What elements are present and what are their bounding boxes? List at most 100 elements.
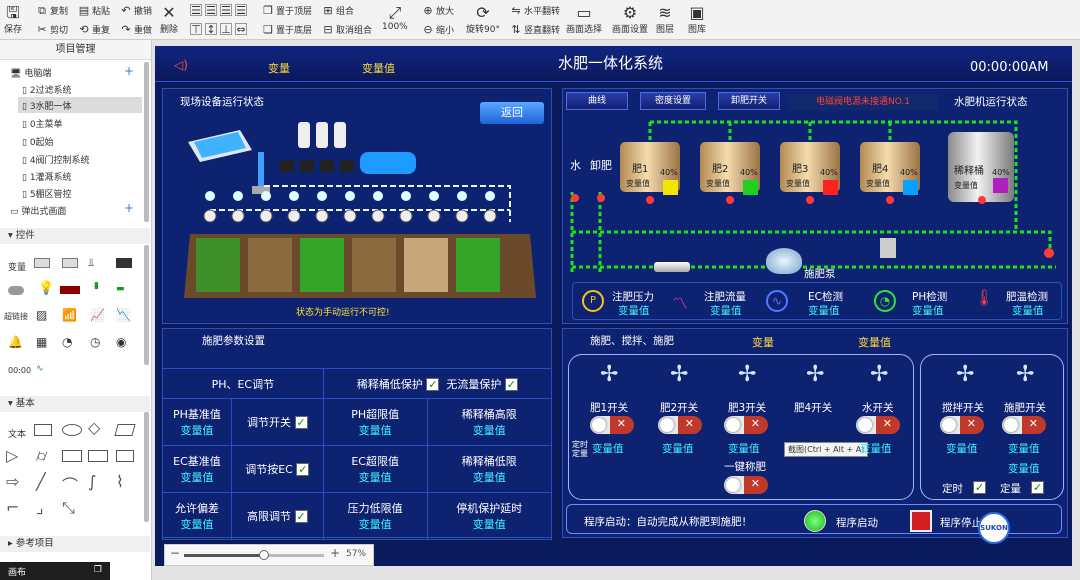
layers-button[interactable]: ≋ 图层 — [656, 4, 674, 36]
tree-root[interactable]: 🖥 电脑端 — [10, 66, 51, 79]
ec-base-value[interactable]: 变量值 — [163, 469, 231, 485]
screen-select-button[interactable]: ▭ 画面选择 — [566, 4, 602, 36]
dilute-lowlimit-value[interactable]: 变量值 — [428, 469, 551, 485]
unload-valve[interactable] — [597, 194, 605, 202]
bar-chart-icon[interactable]: 📶 — [62, 308, 77, 322]
allow-dev-value[interactable]: 变量值 — [163, 516, 231, 532]
redo-button[interactable]: ↷ 重做 — [120, 23, 152, 36]
stir-toggle[interactable]: ✕ — [940, 416, 984, 434]
fert3-toggle[interactable]: ✕ — [724, 416, 768, 434]
tree-item[interactable]: ▯ 2过滤系统 — [22, 83, 72, 96]
tree-item-selected[interactable]: ▯ 3水肥一体 — [18, 97, 142, 113]
zoom-plus-icon[interactable]: + — [330, 546, 340, 560]
fert2-toggle[interactable]: ✕ — [658, 416, 702, 434]
parallelogram-tool[interactable] — [114, 424, 136, 436]
program-start-button[interactable] — [804, 510, 826, 532]
outlet-valve[interactable] — [1044, 248, 1054, 258]
bring-top-button[interactable]: ❐ 置于顶层 — [262, 4, 312, 17]
align-bottom-icon[interactable]: ⊥ — [220, 23, 232, 36]
triangle-tool[interactable]: ▷ — [6, 446, 18, 465]
zoom-select[interactable]: ⤢ 100% — [382, 4, 408, 33]
align-top-icon[interactable]: ⊤ — [190, 23, 202, 36]
tank-4-valve[interactable] — [886, 196, 894, 204]
add-popup-icon[interactable]: + — [124, 201, 134, 215]
text-display-control[interactable] — [116, 258, 132, 268]
trend-icon[interactable]: ∿ — [36, 364, 44, 374]
vflip-button[interactable]: ⇅ 竖直翻转 — [510, 23, 560, 36]
slider-control-icon[interactable]: ⫫ — [88, 256, 94, 270]
zoom-out-button[interactable]: ⊖ 缩小 — [422, 23, 454, 36]
hflip-button[interactable]: ⇋ 水平翻转 — [510, 4, 560, 17]
gallery-button[interactable]: ▣ 图库 — [688, 4, 706, 36]
polyline-tool[interactable]: ⌒ — [62, 472, 78, 496]
tree-scrollbar[interactable] — [144, 62, 149, 222]
diamond-tool[interactable]: ◇ — [88, 418, 100, 437]
tank-2-valve[interactable] — [726, 196, 734, 204]
one-key-toggle[interactable]: ✕ — [724, 476, 768, 494]
indicator-control[interactable] — [60, 286, 80, 294]
tab-density[interactable]: 密度设置 — [640, 92, 706, 110]
bulb-icon[interactable]: 💡 — [38, 281, 54, 296]
timed-checkbox[interactable]: ✓ — [973, 481, 986, 494]
controls-scrollbar[interactable] — [144, 245, 149, 365]
arrow-shape-tool[interactable]: ⇨ — [6, 472, 19, 491]
align-justify-icon[interactable]: ☰ — [235, 4, 247, 17]
paste-button[interactable]: ▤ 粘贴 — [78, 4, 110, 17]
card-tool[interactable] — [88, 450, 108, 462]
document-tool[interactable] — [62, 450, 82, 462]
dilute-high-value[interactable]: 变量值 — [428, 422, 551, 438]
ellipse-tool[interactable] — [62, 424, 82, 436]
line-chart-icon[interactable]: 📈 — [90, 308, 105, 322]
water-toggle[interactable]: ✕ — [856, 416, 900, 434]
repeat-button[interactable]: ⟲ 重复 — [78, 23, 110, 36]
line-tool[interactable]: ╱ — [36, 472, 46, 491]
ungroup-button[interactable]: ⊟ 取消组合 — [322, 23, 372, 36]
cylinder-tool[interactable]: ⌭ — [36, 446, 47, 466]
tab-curve[interactable]: 曲线 — [566, 92, 628, 110]
group-button[interactable]: ⊞ 组合 — [322, 4, 354, 17]
distribute-icon[interactable]: ⇔ — [235, 23, 247, 36]
connector-tool[interactable]: ⌟ — [36, 498, 44, 517]
clock-icon[interactable]: ◷ — [90, 335, 100, 349]
toggle-control[interactable] — [8, 286, 24, 295]
undo-button[interactable]: ↶ 撤销 — [120, 4, 152, 17]
adj-ec-checkbox[interactable]: ✓ — [296, 463, 310, 476]
image-control-icon[interactable]: ▨ — [36, 308, 47, 322]
zoom-in-button[interactable]: ⊕ 放大 — [422, 4, 454, 17]
rect-tool[interactable] — [34, 424, 52, 436]
tree-item[interactable]: ▯ 5棚区管控 — [22, 187, 72, 200]
tank-3-valve[interactable] — [806, 196, 814, 204]
apply-toggle[interactable]: ✕ — [1002, 416, 1046, 434]
bring-bottom-button[interactable]: ❏ 置于底层 — [262, 23, 312, 36]
dilution-valve[interactable] — [978, 196, 986, 204]
ec-limit-value[interactable]: 变量值 — [324, 469, 427, 485]
basic-header[interactable]: ▾ 基本 — [0, 396, 150, 412]
camera-icon[interactable]: ◉ — [116, 335, 126, 349]
align-left-icon[interactable]: ☰ — [190, 4, 202, 17]
stack-tool[interactable] — [116, 450, 134, 462]
stop-delay-value[interactable]: 变量值 — [428, 516, 551, 532]
reference-header[interactable]: ▸ 参考项目 — [0, 536, 150, 552]
connector-arrow-tool[interactable]: ⤡ — [62, 498, 75, 518]
freeform-tool[interactable]: ⌇ — [116, 472, 124, 491]
tree-item[interactable]: ▯ 0起始 — [22, 135, 54, 148]
tree-item[interactable]: ▯ 4阀门控制系统 — [22, 153, 90, 166]
rotate-button[interactable]: ⟳ 旋转90° — [466, 4, 500, 36]
adj-switch-checkbox[interactable]: ✓ — [294, 416, 308, 429]
tree-item[interactable]: ▯ 0主菜单 — [22, 117, 63, 130]
curve-tool[interactable]: ∫ — [88, 472, 96, 491]
progress-control-icon[interactable]: ▬ — [116, 284, 125, 294]
tab-unload[interactable]: 卸肥开关 — [718, 92, 780, 110]
tree-item[interactable]: ▯ 1灌溉系统 — [22, 170, 72, 183]
table-icon[interactable]: ▦ — [36, 335, 47, 349]
water-valve[interactable] — [571, 194, 579, 202]
align-right-icon[interactable]: ☰ — [220, 4, 232, 17]
no-flow-checkbox[interactable]: ✓ — [504, 377, 518, 391]
press-limit-value[interactable]: 变量值 — [324, 516, 427, 532]
ph-limit-value[interactable]: 变量值 — [324, 422, 427, 438]
high-adj-checkbox[interactable]: ✓ — [294, 510, 308, 523]
bar-control-icon[interactable]: ▮ — [94, 281, 99, 291]
zoom-track[interactable] — [184, 554, 324, 557]
program-stop-button[interactable] — [910, 510, 932, 532]
bell-icon[interactable]: 🔔 — [8, 335, 23, 349]
